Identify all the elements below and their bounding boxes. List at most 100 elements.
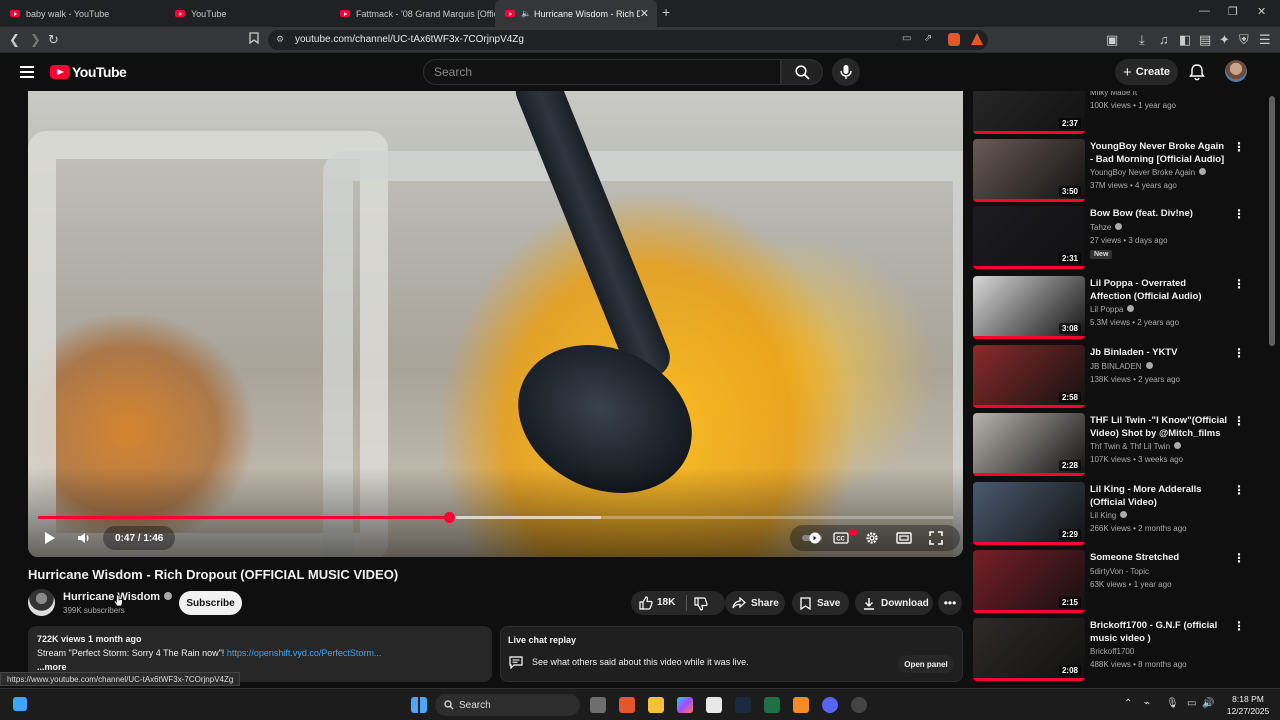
recommendation-title[interactable]: Lil Poppa - Overrated Affection (Officia… xyxy=(1090,277,1228,303)
play-button[interactable] xyxy=(40,528,60,548)
more-options-icon[interactable]: ⋮ xyxy=(1233,551,1245,565)
youtube-logo-text[interactable]: YouTube xyxy=(72,64,127,80)
more-options-icon[interactable]: ⋮ xyxy=(1233,346,1245,360)
taskbar-search[interactable]: Search xyxy=(435,694,580,716)
voice-search-button[interactable] xyxy=(832,58,860,86)
more-options-icon[interactable]: ⋮ xyxy=(1233,207,1245,221)
recommendation-card[interactable]: 3:08 Lil Poppa - Overrated Affection (Off… xyxy=(973,276,1267,342)
recommendation-title[interactable]: Someone Stretched xyxy=(1090,551,1228,564)
fullscreen-button[interactable] xyxy=(926,528,946,548)
show-hidden-icons-icon[interactable]: ⌃ xyxy=(1124,698,1132,709)
description-link[interactable]: https://openshift.vyd.co/PerfectStorm... xyxy=(227,648,382,658)
notifications-button[interactable] xyxy=(1189,63,1205,86)
cast-icon[interactable]: ▭ xyxy=(902,33,911,44)
recommendation-thumbnail[interactable]: 2:58 xyxy=(973,345,1085,408)
account-avatar[interactable] xyxy=(1225,60,1247,82)
restore-icon[interactable]: ❐ xyxy=(1228,5,1238,18)
address-bar[interactable]: ⚙ youtube.com/channel/UC-tAx6tWF3x-7COrj… xyxy=(268,30,988,50)
recommendation-channel[interactable]: Lil Poppa xyxy=(1090,305,1135,314)
menu-icon[interactable]: ☰ xyxy=(1259,32,1271,48)
windows-start-icon[interactable] xyxy=(411,697,427,713)
reload-icon[interactable]: ↻ xyxy=(48,32,59,48)
recommendation-card[interactable]: 2:15 Someone Stretched 5dirtyVon - Topic 63… xyxy=(973,550,1267,616)
share-button[interactable]: Share xyxy=(725,591,785,615)
more-actions-button[interactable]: ••• xyxy=(938,591,962,615)
recommendation-thumbnail[interactable]: 2:29 xyxy=(973,482,1085,545)
more-options-icon[interactable]: ⋮ xyxy=(1233,277,1245,291)
download-button[interactable]: Download xyxy=(855,591,933,615)
recommendation-title[interactable]: Lil King - More Adderalls (Official Vide… xyxy=(1090,483,1228,509)
search-button[interactable] xyxy=(781,59,823,85)
site-settings-icon[interactable]: ⚙ xyxy=(276,34,284,45)
recommendation-channel[interactable]: Lil King xyxy=(1090,511,1128,520)
settings-button[interactable] xyxy=(862,528,882,548)
recommendation-channel[interactable]: Tahze xyxy=(1090,223,1123,232)
recommendation-channel[interactable]: 5dirtyVon - Topic xyxy=(1090,567,1149,576)
leo-ai-icon[interactable]: ✦ xyxy=(1219,32,1230,48)
mute-button[interactable] xyxy=(74,528,94,548)
store-icon[interactable] xyxy=(706,697,722,713)
brave-browser-icon[interactable] xyxy=(619,697,635,713)
recommendation-title[interactable]: Jb Binladen - YKTV xyxy=(1090,346,1228,359)
recommendation-channel[interactable]: JB BINLADEN xyxy=(1090,362,1153,371)
forward-icon[interactable]: ❯ xyxy=(30,32,41,48)
save-button[interactable]: Save xyxy=(792,591,849,615)
more-options-icon[interactable]: ⋮ xyxy=(1233,140,1245,154)
mic-tray-icon[interactable]: 🎙 xyxy=(1166,698,1179,709)
bookmark-icon[interactable] xyxy=(249,32,259,47)
recommendation-thumbnail[interactable]: 2:37 xyxy=(973,91,1085,134)
more-options-icon[interactable]: ⋮ xyxy=(1233,483,1245,497)
search-input[interactable] xyxy=(434,65,754,79)
browser-tab-3[interactable]: Fattmack - '08 Grand Marquis [Offici xyxy=(330,0,495,27)
task-view-icon[interactable] xyxy=(590,697,606,713)
recommendation-card[interactable]: 2:29 Lil King - More Adderalls (Official … xyxy=(973,482,1267,548)
recommendation-title[interactable]: THF Lil Twin -"I Know"(Official Video) S… xyxy=(1090,414,1228,440)
recommendation-card[interactable]: 2:08 Brickoff1700 - G.N.F (official music… xyxy=(973,618,1267,684)
progress-bar[interactable] xyxy=(38,512,953,523)
vpn-icon[interactable]: ⛨ xyxy=(1239,32,1249,48)
open-panel-button[interactable]: Open panel xyxy=(898,655,954,673)
downloads-icon[interactable]: ⤓ xyxy=(1139,32,1145,48)
scrubber-handle[interactable] xyxy=(443,512,455,523)
taskbar-clock[interactable]: 8:18 PM 12/27/2025 xyxy=(1222,693,1274,717)
display-icon[interactable]: ▭ xyxy=(1187,698,1196,709)
back-icon[interactable]: ❮ xyxy=(9,32,20,48)
recommendation-thumbnail[interactable]: 2:08 xyxy=(973,618,1085,681)
show-more-link[interactable]: ...more xyxy=(37,662,67,672)
create-button[interactable]: + Create xyxy=(1115,59,1178,85)
dislike-button[interactable] xyxy=(694,597,708,614)
close-tab-icon[interactable]: ✕ xyxy=(640,7,649,20)
recommendation-thumbnail[interactable]: 3:50 xyxy=(973,139,1085,202)
browser-tab-2[interactable]: YouTube xyxy=(165,0,330,27)
recommendation-title[interactable]: Brickoff1700 - G.N.F (official music vid… xyxy=(1090,619,1228,645)
media-icon[interactable]: ♫ xyxy=(1159,32,1169,47)
recommendation-thumbnail[interactable]: 3:08 xyxy=(973,276,1085,339)
network-icon[interactable]: ⌁ xyxy=(1144,698,1150,709)
recommendation-channel[interactable]: Milky Made It xyxy=(1090,91,1137,97)
new-tab-icon[interactable]: + xyxy=(662,4,670,20)
recommendation-card[interactable]: 3:50 YoungBoy Never Broke Again - Bad Mor… xyxy=(973,139,1267,205)
subscribe-button[interactable]: Subscribe xyxy=(179,591,242,615)
recommendation-card[interactable]: 2:58 Jb Binladen - YKTV JB BINLADEN 138K vi… xyxy=(973,345,1267,411)
browser-tab-1[interactable]: baby walk - YouTube xyxy=(0,0,165,27)
app-icon-2[interactable] xyxy=(851,697,867,713)
captions-button[interactable]: CC xyxy=(831,528,851,548)
youtube-logo-icon[interactable] xyxy=(50,65,70,79)
recommendation-card[interactable]: 2:28 THF Lil Twin -"I Know"(Official Vide… xyxy=(973,413,1267,479)
share-page-icon[interactable]: ⇗ xyxy=(924,33,932,44)
channel-avatar[interactable] xyxy=(28,589,55,616)
theater-mode-button[interactable] xyxy=(894,528,914,548)
file-explorer-icon[interactable] xyxy=(648,697,664,713)
discord-icon[interactable] xyxy=(822,697,838,713)
speaker-icon[interactable]: 🔊 xyxy=(1202,698,1214,709)
like-button[interactable] xyxy=(639,596,653,613)
desktop-icon[interactable] xyxy=(13,697,27,711)
autoplay-toggle[interactable] xyxy=(801,528,823,548)
recommendation-thumbnail[interactable]: 2:31 xyxy=(973,206,1085,269)
recommendation-channel[interactable]: Thf Twin & Thf Lil Twin xyxy=(1090,442,1182,451)
sidebar-icon[interactable]: ◧ xyxy=(1179,32,1191,48)
recommendation-card[interactable]: 2:31 Bow Bow (feat. Div!ne) Tahze 27 views … xyxy=(973,206,1267,272)
steam-icon[interactable] xyxy=(735,697,751,713)
video-player[interactable]: 0:47 / 1:46 CC xyxy=(28,91,963,557)
recommendation-channel[interactable]: YoungBoy Never Broke Again xyxy=(1090,168,1207,177)
